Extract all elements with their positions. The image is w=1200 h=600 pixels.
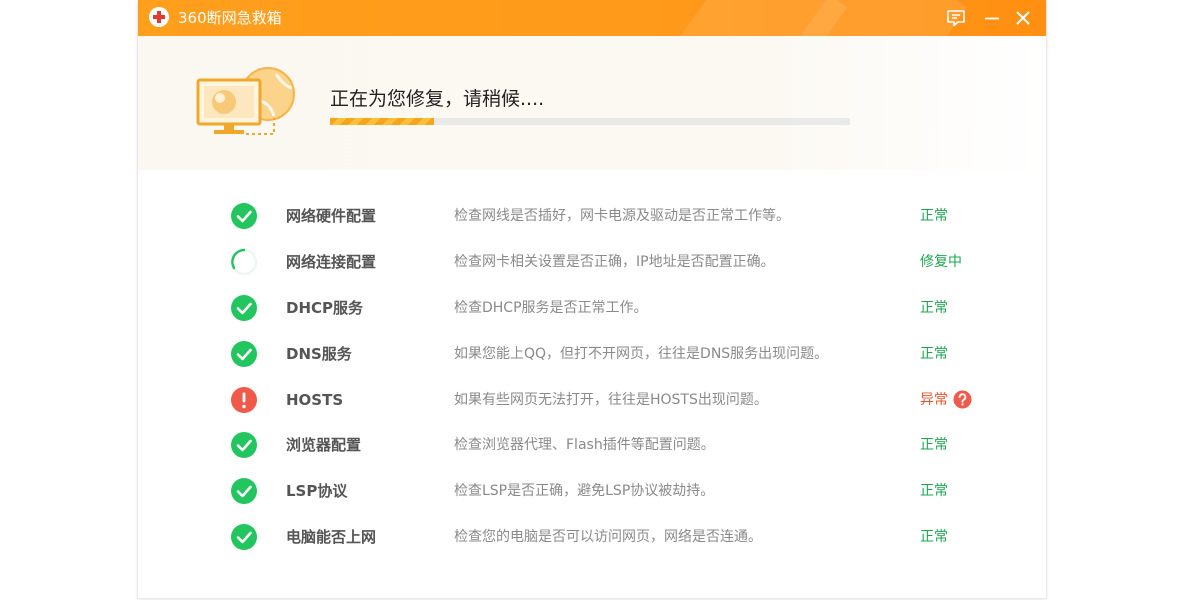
progress-fill — [330, 118, 434, 125]
check-result: 正常 — [920, 437, 948, 453]
loading-spinner-icon — [230, 248, 258, 276]
check-description: 如果您能上QQ，但打不开网页，往往是DNS服务出现问题。 — [454, 346, 829, 362]
check-name: DNS服务 — [286, 345, 352, 363]
check-row: HOSTS 如果有些网页无法打开，往往是HOSTS出现问题。 异常 — [138, 377, 1046, 423]
check-description: 检查浏览器代理、Flash插件等配置问题。 — [454, 437, 715, 453]
check-result: 正常 — [920, 483, 948, 499]
check-row: 网络连接配置 检查网卡相关设置是否正确，IP地址是否配置正确。 修复中 — [138, 239, 1046, 285]
help-question-icon[interactable] — [953, 390, 972, 409]
check-description: 检查网线是否插好，网卡电源及驱动是否正常工作等。 — [454, 208, 790, 224]
close-icon — [1016, 11, 1030, 25]
check-ok-icon — [231, 203, 257, 229]
feedback-icon — [947, 10, 965, 27]
app-title: 360断网急救箱 — [178, 9, 282, 27]
warning-exclamation-icon — [231, 387, 257, 413]
close-button[interactable] — [1011, 6, 1035, 30]
check-result: 正常 — [920, 208, 948, 224]
check-result: 正常 — [920, 300, 948, 316]
check-ok-icon — [231, 295, 257, 321]
check-row: LSP协议 检查LSP是否正确，避免LSP协议被劫持。 正常 — [138, 468, 1046, 514]
check-name: 浏览器配置 — [286, 436, 362, 454]
repair-progress-bar — [330, 118, 850, 125]
feedback-button[interactable] — [944, 6, 968, 30]
check-row: DHCP服务 检查DHCP服务是否正常工作。 正常 — [138, 285, 1046, 331]
check-row: 浏览器配置 检查浏览器代理、Flash插件等配置问题。 正常 — [138, 422, 1046, 468]
title-bar[interactable]: 360断网急救箱 — [138, 0, 1046, 36]
check-name: 网络连接配置 — [286, 253, 377, 271]
check-name: HOSTS — [286, 391, 344, 409]
check-row: 电脑能否上网 检查您的电脑是否可以访问网页，网络是否连通。 正常 — [138, 514, 1046, 560]
check-result: 修复中 — [920, 254, 962, 270]
check-row: DNS服务 如果您能上QQ，但打不开网页，往往是DNS服务出现问题。 正常 — [138, 331, 1046, 377]
check-description: 检查网卡相关设置是否正确，IP地址是否配置正确。 — [454, 254, 775, 270]
minimize-button[interactable] — [980, 6, 1004, 30]
check-row: 网络硬件配置 检查网线是否插好，网卡电源及驱动是否正常工作等。 正常 — [138, 193, 1046, 239]
minimize-icon — [985, 17, 999, 20]
check-ok-icon — [231, 478, 257, 504]
check-name: DHCP服务 — [286, 299, 364, 317]
monitor-globe-icon — [196, 67, 295, 135]
check-ok-icon — [231, 524, 257, 550]
check-result: 异常 — [920, 392, 948, 408]
check-description: 检查LSP是否正确，避免LSP协议被劫持。 — [454, 483, 715, 499]
check-name: 网络硬件配置 — [286, 207, 377, 225]
check-description: 检查DHCP服务是否正常工作。 — [454, 300, 648, 316]
check-result: 正常 — [920, 529, 948, 545]
check-name: LSP协议 — [286, 482, 348, 500]
check-description: 如果有些网页无法打开，往往是HOSTS出现问题。 — [454, 392, 768, 408]
check-name: 电脑能否上网 — [286, 528, 377, 546]
repair-status-text: 正在为您修复，请稍候.... — [330, 88, 545, 110]
status-banner: 正在为您修复，请稍候.... — [138, 36, 1046, 170]
check-ok-icon — [231, 432, 257, 458]
check-result: 正常 — [920, 346, 948, 362]
app-window: 360断网急救箱 正在为您修复，请稍候.... 网络硬件配置 检查网线是否插好，… — [138, 0, 1046, 598]
check-ok-icon — [231, 341, 257, 367]
red-cross-logo-icon — [149, 7, 169, 27]
check-description: 检查您的电脑是否可以访问网页，网络是否连通。 — [454, 529, 762, 545]
